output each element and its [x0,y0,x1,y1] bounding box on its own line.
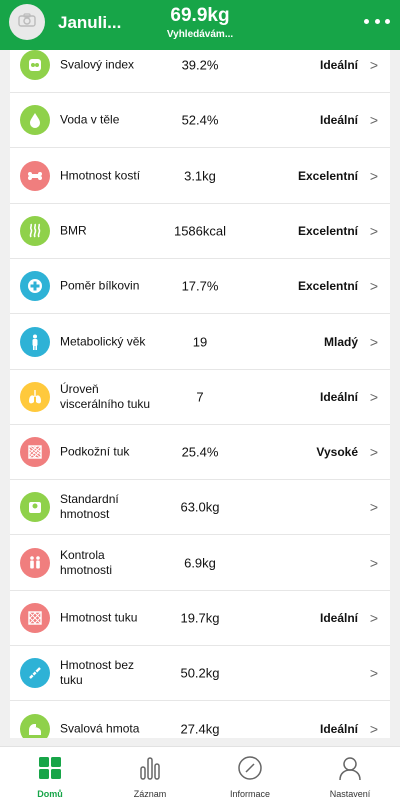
water-drop-icon [20,105,50,136]
chevron-right-icon: > [369,278,378,295]
more-menu-button[interactable] [364,16,390,26]
metric-row[interactable]: Voda v těle 52.4% Ideální > [10,93,390,149]
chevron-right-icon: > [369,499,378,516]
muscle-icon [20,50,50,80]
chevron-right-icon: > [369,444,378,461]
metric-label: Svalová hmota [60,721,140,736]
chevron-right-icon: > [369,333,378,350]
metric-row[interactable]: Podkožní tuk 25.4% Vysoké > [10,425,390,481]
lean-mass-icon [20,658,50,689]
metric-row[interactable]: Hmotnost kostí 3.1kg Excelentní > [10,148,390,204]
dot-icon [385,18,390,24]
tab-information[interactable]: Informace [200,747,300,806]
muscle-arm-icon [20,713,50,738]
chevron-right-icon: > [369,112,378,129]
metric-status: Ideální [319,113,358,128]
metric-value: 63.0kg [180,499,220,515]
lungs-icon [20,381,50,412]
metric-value: 1586kcal [173,223,227,239]
tab-settings[interactable]: Nastavení [300,747,400,806]
metric-status: Vysoké [316,445,358,460]
tab-label: Informace [229,789,271,799]
dot-icon [374,18,380,24]
protein-cross-icon [20,271,50,302]
chevron-right-icon: > [369,554,378,571]
metric-value: 27.4kg [180,721,220,737]
tab-label: Záznam [133,789,167,799]
metric-label: Úroveň viscerálního tuku [60,381,151,411]
metric-status: Ideální [319,389,358,404]
device-status: Vyhledávám... [166,29,234,40]
metric-label: Hmotnost kostí [60,168,141,183]
metric-label: Metabolický věk [60,334,146,348]
tab-label: Domů [37,789,63,799]
metric-row[interactable]: Kontrola hmotnosti 6.9kg > [10,535,390,591]
fat-mass-icon [20,603,50,633]
user-icon [337,755,363,781]
metric-row[interactable]: Hmotnost bez tuku 50.2kg > [10,646,390,702]
fat-mesh-icon [20,437,50,468]
metric-row[interactable]: Poměr bílkovin 17.7% Excelentní > [10,259,390,315]
metric-label: Poměr bílkovin [60,278,140,293]
metric-row[interactable]: Metabolický věk 19 Mladý > [10,314,390,370]
metric-row[interactable]: Standardní hmotnost 63.0kg > [10,480,390,536]
chevron-right-icon: > [369,665,378,682]
metric-label: Hmotnost tuku [60,610,138,625]
bone-icon [20,160,50,191]
metric-row[interactable]: Hmotnost tuku 19.7kg Ideální > [10,591,390,646]
metric-row[interactable]: Svalový index 39.2% Ideální > [10,50,390,93]
dot-icon [364,18,369,24]
metric-label: Voda v těle [60,112,120,127]
metric-value: 17.7% [181,278,219,294]
metric-value: 39.2% [181,57,219,73]
compass-icon [237,755,263,781]
metric-status: Ideální [319,58,358,72]
metric-value: 52.4% [181,112,219,128]
chevron-right-icon: > [369,167,378,184]
metric-status: Excelentní [297,279,358,294]
metric-status: Ideální [319,611,358,625]
metric-row[interactable]: Úroveň viscerálního tuku 7 Ideální > [10,369,390,425]
metric-value: 19 [192,334,208,349]
metric-row[interactable]: BMR 1586kcal Excelentní > [10,203,390,259]
metric-value: 3.1kg [184,168,216,184]
chevron-right-icon: > [369,610,378,626]
current-weight: 69.9kg [170,5,230,26]
chevron-right-icon: > [369,57,378,73]
tab-label: Nastavení [329,789,371,799]
chevron-right-icon: > [369,222,378,239]
metric-value: 6.9kg [184,555,216,571]
metric-status: Excelentní [297,168,358,183]
metric-label: Podkožní tuk [60,444,130,459]
home-grid-icon [37,755,63,781]
top-bar: Januli... 69.9kg Vyhledávám... [0,0,400,50]
metric-label: BMR [60,223,87,238]
metric-value: 25.4% [181,444,219,460]
bottom-tab-bar: Domů Záznam Informace Nastavení [0,746,400,806]
metric-label: Kontrola hmotnosti [60,547,113,577]
metric-status: Mladý [323,334,358,349]
scale-icon [20,492,50,523]
metric-value: 50.2kg [180,665,220,681]
metric-value: 7 [196,389,204,405]
metric-label: Hmotnost bez tuku [60,658,135,688]
metric-status: Ideální [319,721,358,736]
chevron-right-icon: > [369,388,378,405]
tab-records[interactable]: Záznam [100,747,200,806]
tab-home[interactable]: Domů [0,747,100,806]
metric-label: Standardní hmotnost [60,492,119,522]
metrics-list: Svalový index 39.2% Ideální > Voda v těle 52.… [10,50,390,738]
chevron-right-icon: > [369,720,378,737]
metric-value: 19.7kg [180,610,220,626]
metric-status: Excelentní [297,223,358,238]
metric-row[interactable]: Svalová hmota 27.4kg Ideální > [10,701,390,738]
metric-label: Svalový index [60,57,135,72]
weight-control-icon [20,547,50,578]
bar-chart-icon [137,755,163,781]
heat-waves-icon [20,215,50,246]
person-icon [20,326,50,357]
